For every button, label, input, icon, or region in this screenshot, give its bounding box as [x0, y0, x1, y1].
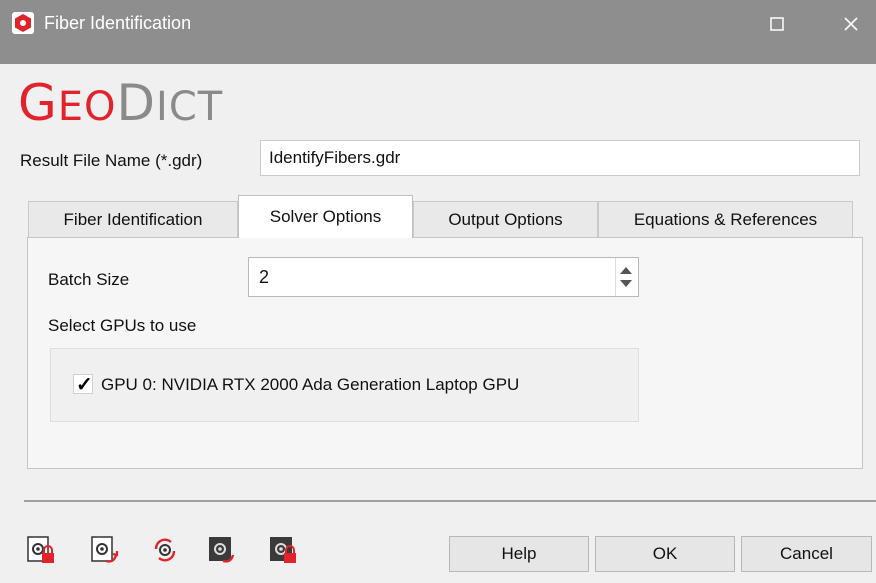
gpu-list: ✓ GPU 0: NVIDIA RTX 2000 Ada Generation …	[50, 348, 639, 422]
close-button[interactable]	[828, 6, 874, 42]
ok-button[interactable]: OK	[595, 536, 735, 572]
result-file-label: Result File Name (*.gdr)	[20, 151, 203, 170]
select-gpus-label: Select GPUs to use	[48, 316, 197, 335]
gear-refresh-icon[interactable]	[150, 535, 180, 565]
gpu-0-label[interactable]: GPU 0: NVIDIA RTX 2000 Ada Generation La…	[101, 375, 519, 395]
logo-part-d: D	[116, 74, 157, 132]
decrement-arrow-icon[interactable]	[620, 280, 632, 287]
title-bar: Fiber Identification	[0, 0, 876, 64]
geodict-logo: GEODICT	[18, 75, 223, 135]
tab-solver-options[interactable]: Solver Options	[238, 195, 413, 238]
solver-options-panel: Batch Size 2 Select GPUs to use ✓ GPU 0:…	[27, 237, 863, 469]
tab-fiber-identification[interactable]: Fiber Identification	[28, 201, 238, 237]
footer-divider	[24, 500, 876, 502]
dark-gear-lock-icon[interactable]	[268, 535, 298, 565]
tab-output-options[interactable]: Output Options	[413, 201, 598, 237]
cancel-button[interactable]: Cancel	[741, 536, 872, 572]
tab-equations-references[interactable]: Equations & References	[598, 201, 853, 237]
batch-size-value[interactable]: 2	[259, 267, 269, 288]
logo-part-g: G	[18, 74, 58, 132]
logo-part-ict: ICT	[156, 84, 224, 130]
batch-size-label: Batch Size	[48, 270, 130, 289]
result-file-input[interactable]	[260, 140, 860, 176]
batch-size-spinbox[interactable]: 2	[248, 257, 639, 297]
spinbox-arrows	[615, 258, 638, 296]
help-button[interactable]: Help	[449, 536, 589, 572]
window-title: Fiber Identification	[44, 13, 192, 33]
gear-lock-icon[interactable]	[26, 535, 56, 565]
gpu-0-checkbox[interactable]: ✓	[73, 374, 93, 396]
app-icon	[12, 12, 34, 34]
logo-part-eo: EO	[57, 84, 117, 130]
checkmark-icon: ✓	[76, 374, 93, 396]
gear-export-icon[interactable]	[90, 535, 120, 565]
maximize-button[interactable]	[754, 6, 800, 42]
dark-gear-export-icon[interactable]	[207, 535, 237, 565]
increment-arrow-icon[interactable]	[620, 267, 632, 274]
